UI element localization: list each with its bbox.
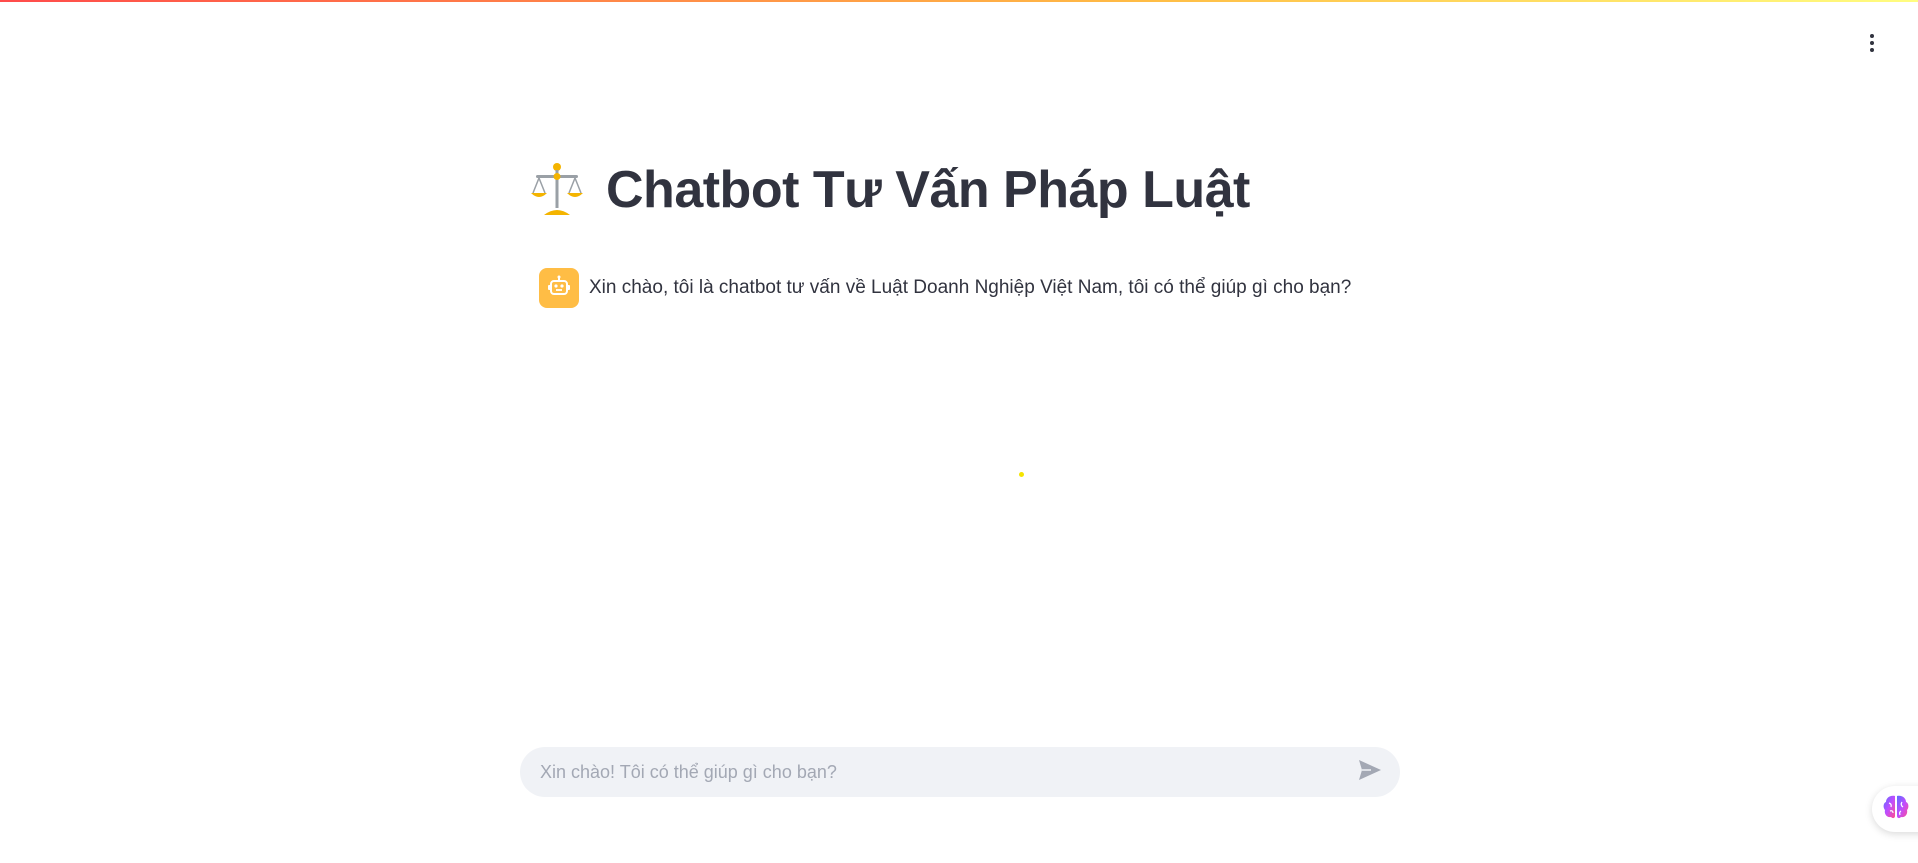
- chat-input-container: [520, 747, 1400, 797]
- main-menu-button[interactable]: [1860, 26, 1884, 60]
- floating-assistant-widget[interactable]: [1872, 786, 1918, 832]
- balance-scale-icon: [528, 161, 586, 219]
- loading-indicator: [1019, 472, 1024, 477]
- assistant-avatar: [539, 268, 579, 308]
- message-text: Xin chào, tôi là chatbot tư vấn về Luật …: [589, 277, 1352, 298]
- robot-icon: [547, 274, 571, 303]
- page-title: Chatbot Tư Vấn Pháp Luật: [606, 161, 1250, 219]
- menu-dot: [1870, 41, 1874, 45]
- menu-dot: [1870, 34, 1874, 38]
- top-decoration-bar: [0, 0, 1918, 2]
- chat-message-assistant: Xin chào, tôi là chatbot tư vấn về Luật …: [539, 268, 1351, 308]
- send-icon: [1358, 759, 1382, 786]
- chat-input[interactable]: [520, 747, 1350, 797]
- brain-icon: [1882, 794, 1910, 825]
- title-row: Chatbot Tư Vấn Pháp Luật: [528, 160, 1250, 220]
- menu-dot: [1870, 48, 1874, 52]
- send-button[interactable]: [1350, 752, 1390, 792]
